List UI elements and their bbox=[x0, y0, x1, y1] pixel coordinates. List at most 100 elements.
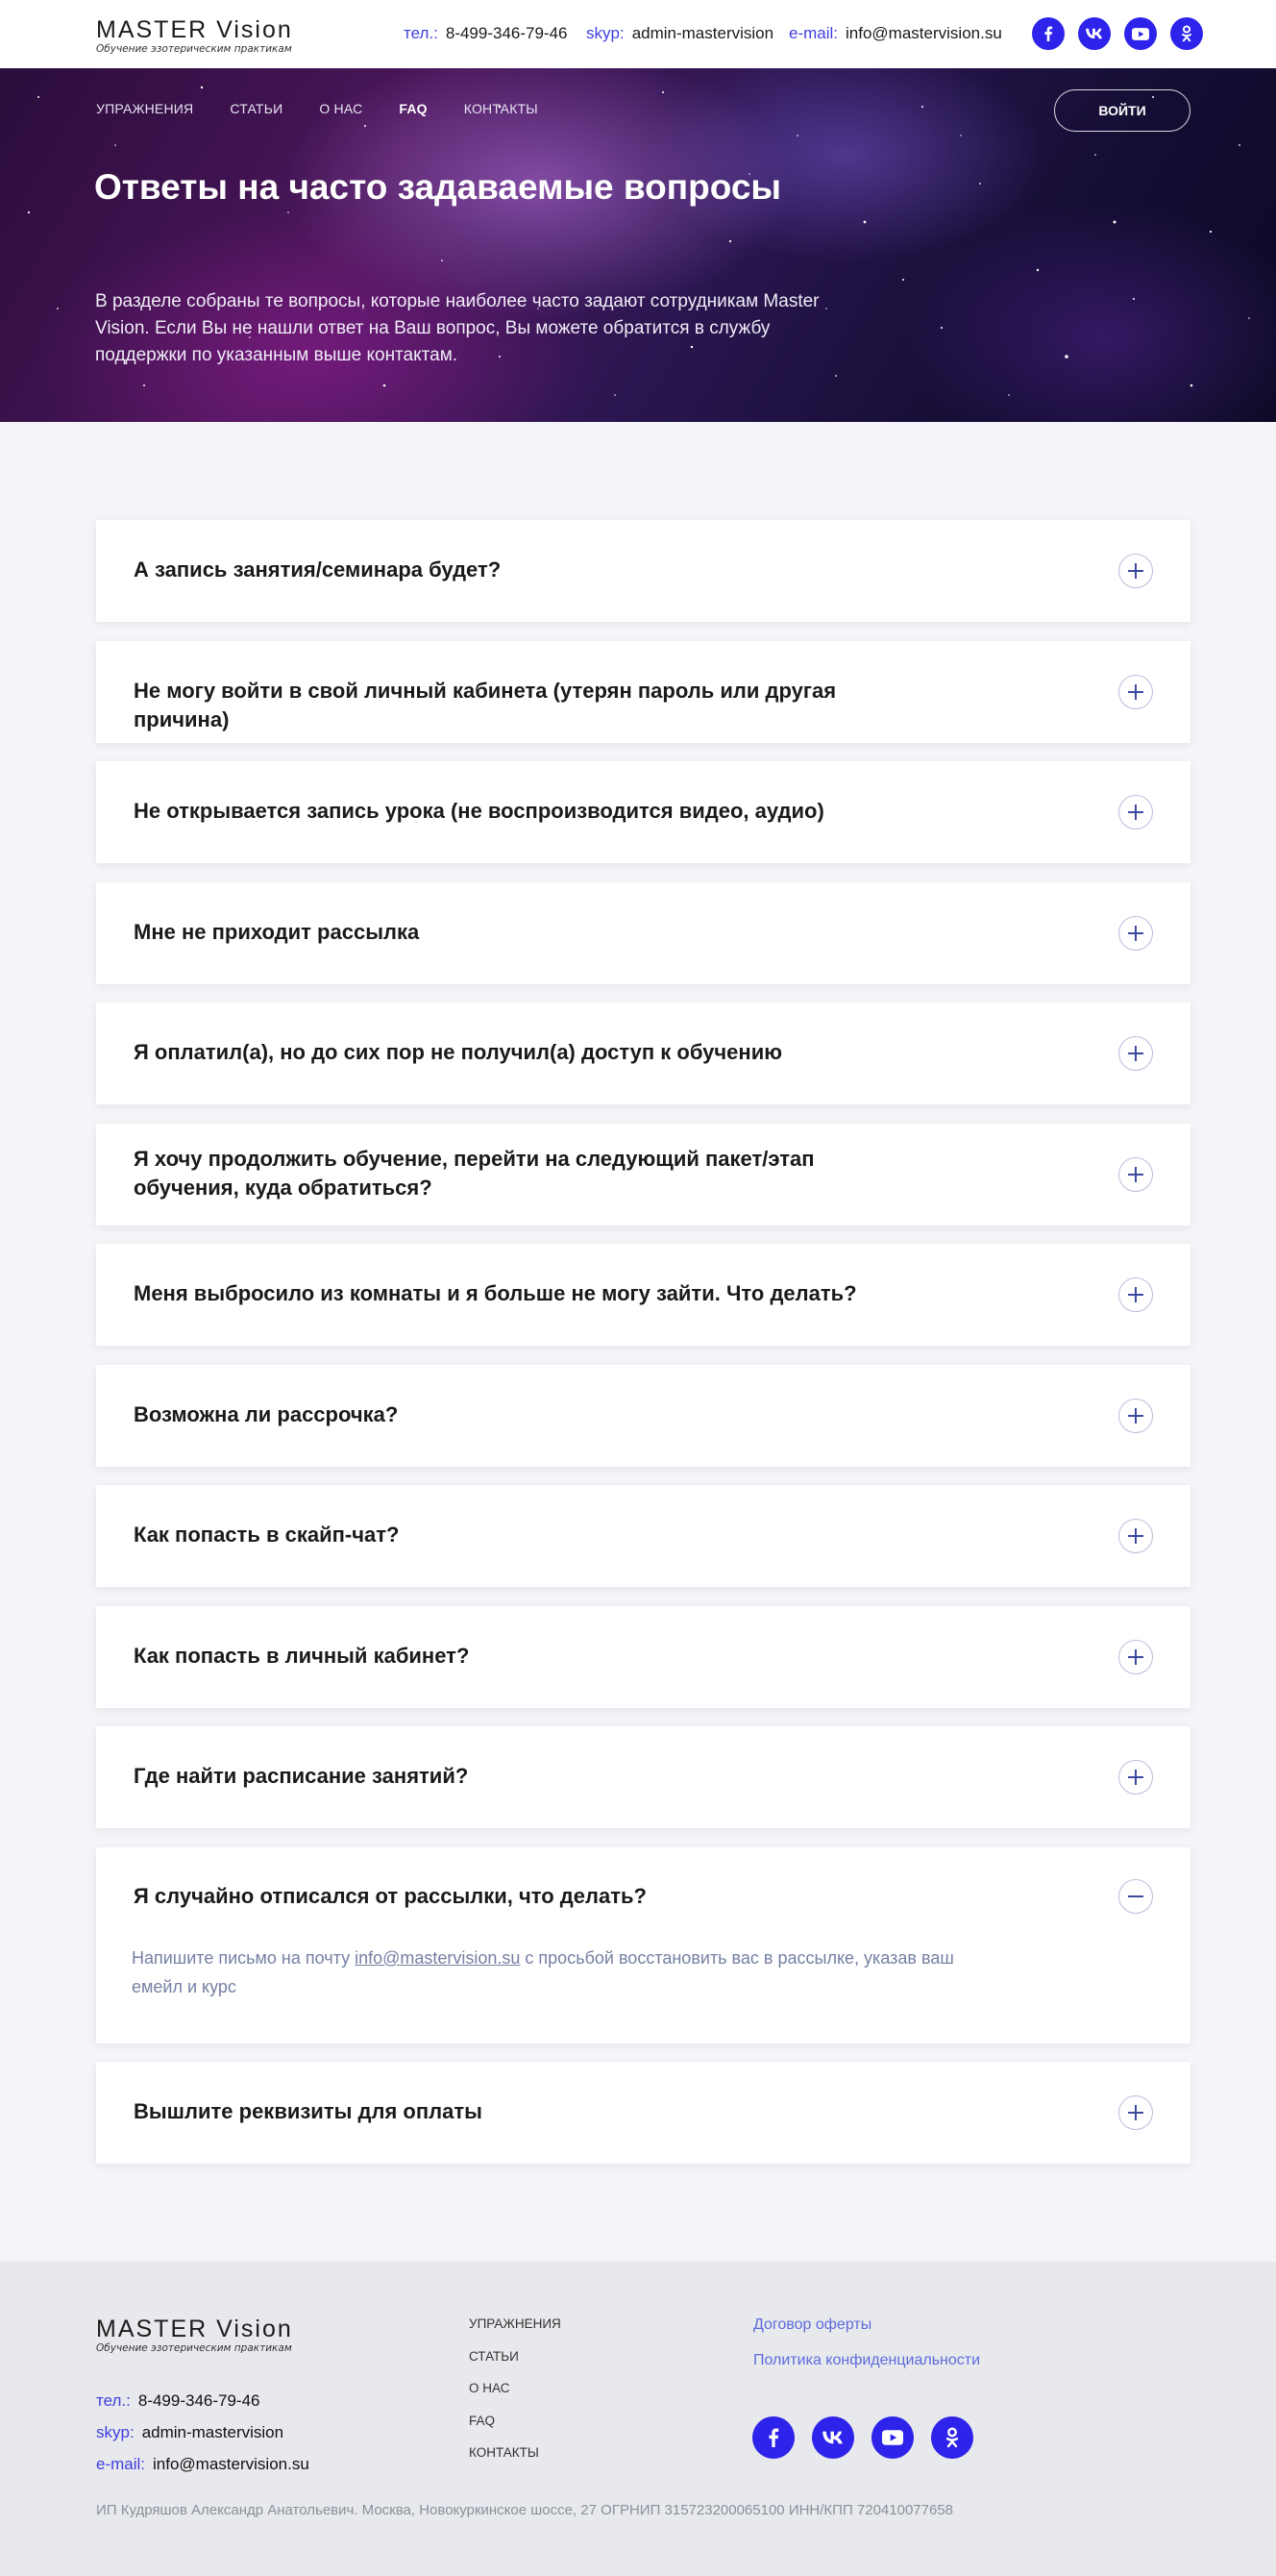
header-socials bbox=[1032, 17, 1203, 50]
nav-item-exercises[interactable]: УПРАЖНЕНИЯ bbox=[96, 101, 193, 116]
faq-item[interactable]: А запись занятия/семинара будет? bbox=[96, 520, 1190, 622]
phone-label: тел.: bbox=[404, 24, 438, 42]
expand-plus-icon[interactable] bbox=[1118, 1157, 1153, 1192]
toggle-bar bbox=[1135, 1649, 1137, 1665]
phone-contact[interactable]: тел.: 8-499-346-79-46 bbox=[404, 24, 568, 43]
faq-item[interactable]: Где найти расписание занятий? bbox=[96, 1726, 1190, 1828]
email-label: e-mail: bbox=[789, 24, 839, 42]
expand-plus-icon[interactable] bbox=[1118, 2095, 1153, 2130]
skype-label: skyp: bbox=[586, 24, 625, 42]
faq-item[interactable]: Не открывается запись урока (не воспроиз… bbox=[96, 761, 1190, 863]
skype-value: admin-mastervision bbox=[631, 24, 774, 42]
footer-nav-articles[interactable]: СТАТЬИ bbox=[469, 2349, 561, 2382]
footer-nav-faq[interactable]: FAQ bbox=[469, 2414, 561, 2446]
main-nav: УПРАЖНЕНИЯ СТАТЬИ О НАС FAQ КОНТАКТЫ bbox=[96, 101, 575, 116]
login-button[interactable]: ВОЙТИ bbox=[1054, 89, 1190, 132]
email-label: e-mail: bbox=[96, 2455, 146, 2473]
youtube-icon[interactable] bbox=[871, 2416, 914, 2459]
offer-agreement-link[interactable]: Договор оферты bbox=[753, 2316, 980, 2352]
expand-plus-icon[interactable] bbox=[1118, 795, 1153, 830]
expand-plus-icon[interactable] bbox=[1118, 1519, 1153, 1553]
faq-item[interactable]: Мне не приходит рассылка bbox=[96, 882, 1190, 984]
privacy-policy-link[interactable]: Политика конфиденциальности bbox=[753, 2352, 980, 2388]
faq-item[interactable]: Не могу войти в свой личный кабинета (ут… bbox=[96, 641, 1190, 743]
odnoklassniki-icon[interactable] bbox=[1170, 17, 1203, 50]
hero-banner: УПРАЖНЕНИЯ СТАТЬИ О НАС FAQ КОНТАКТЫ ВОЙ… bbox=[0, 68, 1276, 422]
youtube-icon[interactable] bbox=[1124, 17, 1157, 50]
faq-question[interactable]: Где найти расписание занятий? bbox=[134, 1762, 864, 1791]
footer-nav-contacts[interactable]: КОНТАКТЫ bbox=[469, 2445, 561, 2478]
nav-item-faq[interactable]: FAQ bbox=[399, 101, 427, 116]
faq-item[interactable]: Как попасть в скайп-чат? bbox=[96, 1485, 1190, 1587]
nav-item-about[interactable]: О НАС bbox=[319, 101, 362, 116]
collapse-minus-icon[interactable] bbox=[1118, 1879, 1153, 1914]
skype-label: skyp: bbox=[96, 2423, 135, 2441]
email-contact[interactable]: e-mail: info@mastervision.su bbox=[789, 24, 1002, 43]
expand-plus-icon[interactable] bbox=[1118, 1760, 1153, 1795]
expand-plus-icon[interactable] bbox=[1118, 1277, 1153, 1312]
odnoklassniki-icon[interactable] bbox=[931, 2416, 973, 2459]
skype-value: admin-mastervision bbox=[141, 2423, 284, 2441]
expand-plus-icon[interactable] bbox=[1118, 916, 1153, 951]
nav-item-articles[interactable]: СТАТЬИ bbox=[230, 101, 282, 116]
footer-nav-exercises[interactable]: УПРАЖНЕНИЯ bbox=[469, 2316, 561, 2349]
faq-question[interactable]: Как попасть в личный кабинет? bbox=[134, 1642, 864, 1671]
toggle-bar bbox=[1135, 1167, 1137, 1182]
faq-item[interactable]: Меня выбросило из комнаты и я больше не … bbox=[96, 1244, 1190, 1346]
faq-question[interactable]: Как попасть в скайп-чат? bbox=[134, 1521, 864, 1549]
expand-plus-icon[interactable] bbox=[1118, 1399, 1153, 1433]
logo[interactable]: MASTER Vision Обучение эзотерическим пра… bbox=[96, 17, 293, 55]
toggle-bar bbox=[1135, 684, 1137, 700]
footer-skype[interactable]: skyp: admin-mastervision bbox=[96, 2423, 309, 2455]
faq-question[interactable]: Возможна ли рассрочка? bbox=[134, 1400, 864, 1429]
faq-item[interactable]: Вышлите реквизиты для оплаты bbox=[96, 2062, 1190, 2164]
toggle-bar bbox=[1135, 2105, 1137, 2120]
expand-plus-icon[interactable] bbox=[1118, 554, 1153, 588]
faq-item[interactable]: Возможна ли рассрочка? bbox=[96, 1365, 1190, 1467]
nav-item-contacts[interactable]: КОНТАКТЫ bbox=[464, 101, 538, 116]
footer-email[interactable]: e-mail: info@mastervision.su bbox=[96, 2455, 309, 2487]
footer-logo[interactable]: MASTER Vision Обучение эзотерическим пра… bbox=[96, 2316, 293, 2354]
faq-question[interactable]: Я оплатил(а), но до сих пор не получил(а… bbox=[134, 1038, 864, 1067]
toggle-bar bbox=[1135, 1287, 1137, 1302]
faq-item[interactable]: Я оплатил(а), но до сих пор не получил(а… bbox=[96, 1003, 1190, 1104]
faq-question[interactable]: Меня выбросило из комнаты и я больше не … bbox=[134, 1279, 864, 1308]
facebook-icon[interactable] bbox=[1032, 17, 1065, 50]
toggle-bar bbox=[1135, 1408, 1137, 1424]
phone-value: 8-499-346-79-46 bbox=[445, 24, 568, 42]
faq-question[interactable]: Я хочу продолжить обучение, перейти на с… bbox=[134, 1145, 864, 1202]
faq-item[interactable]: Я хочу продолжить обучение, перейти на с… bbox=[96, 1124, 1190, 1226]
expand-plus-icon[interactable] bbox=[1118, 675, 1153, 709]
answer-text: Напишите письмо на почту bbox=[132, 1948, 356, 1968]
faq-question[interactable]: Я случайно отписался от рассылки, что де… bbox=[134, 1882, 864, 1911]
toggle-bar bbox=[1135, 926, 1137, 941]
footer-socials bbox=[752, 2416, 973, 2459]
skype-contact[interactable]: skyp: admin-mastervision bbox=[586, 24, 773, 43]
legal-info: ИП Кудряшов Александр Анатольевич. Москв… bbox=[96, 2502, 954, 2518]
faq-item[interactable]: Я случайно отписался от рассылки, что де… bbox=[96, 1847, 1190, 2043]
footer-phone[interactable]: тел.: 8-499-346-79-46 bbox=[96, 2391, 309, 2423]
footer-nav-about[interactable]: О НАС bbox=[469, 2381, 561, 2414]
answer-email-link[interactable]: info@mastervision.su bbox=[355, 1948, 520, 1968]
footer-contacts: тел.: 8-499-346-79-46 skyp: admin-mastervi… bbox=[96, 2391, 309, 2487]
expand-plus-icon[interactable] bbox=[1118, 1640, 1153, 1674]
toggle-bar bbox=[1135, 805, 1137, 820]
vk-icon[interactable] bbox=[812, 2416, 854, 2459]
faq-question[interactable]: Мне не приходит рассылка bbox=[134, 918, 864, 947]
page-title: Ответы на часто задаваемые вопросы bbox=[94, 167, 781, 207]
faq-question[interactable]: Не открывается запись урока (не воспроиз… bbox=[134, 797, 864, 826]
footer-nav: УПРАЖНЕНИЯ СТАТЬИ О НАС FAQ КОНТАКТЫ bbox=[469, 2316, 561, 2478]
toggle-bar bbox=[1128, 1895, 1143, 1897]
toggle-bar bbox=[1135, 563, 1137, 579]
logo-tagline: Обучение эзотерическим практикам bbox=[96, 2342, 292, 2354]
facebook-icon[interactable] bbox=[752, 2416, 795, 2459]
faq-item[interactable]: Как попасть в личный кабинет? bbox=[96, 1606, 1190, 1708]
phone-value: 8-499-346-79-46 bbox=[137, 2391, 260, 2410]
faq-question[interactable]: Вышлите реквизиты для оплаты bbox=[134, 2097, 864, 2126]
phone-label: тел.: bbox=[96, 2391, 131, 2410]
faq-question[interactable]: Не могу войти в свой личный кабинета (ут… bbox=[134, 677, 864, 734]
email-value: info@mastervision.su bbox=[153, 2455, 309, 2473]
vk-icon[interactable] bbox=[1078, 17, 1111, 50]
faq-question[interactable]: А запись занятия/семинара будет? bbox=[134, 556, 864, 584]
expand-plus-icon[interactable] bbox=[1118, 1036, 1153, 1071]
